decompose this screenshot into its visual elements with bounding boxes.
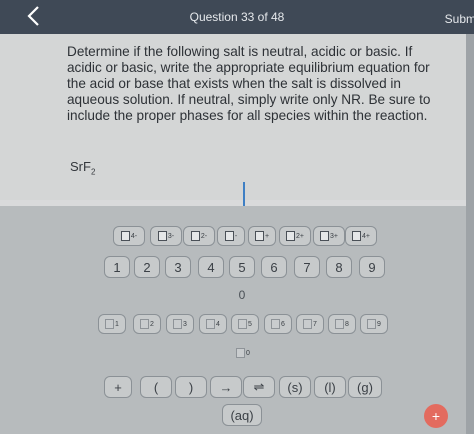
placeholder-box-icon	[286, 231, 295, 241]
open-paren-key[interactable]: (	[140, 376, 172, 398]
charge-key-2-minus[interactable]: 2-	[183, 226, 215, 246]
placeholder-box-icon	[238, 319, 248, 329]
subscript-label: 5	[248, 320, 252, 328]
phase-solid-key[interactable]: (s)	[279, 376, 311, 398]
placeholder-box-icon	[254, 231, 264, 241]
number-key-7[interactable]: 7	[294, 256, 320, 278]
number-key-3[interactable]: 3	[165, 256, 191, 278]
placeholder-box-icon	[173, 319, 183, 329]
placeholder-box-icon	[352, 231, 361, 241]
phase-aqueous-key[interactable]: (aq)	[222, 404, 262, 426]
subscript-label: 1	[115, 320, 119, 328]
subscript-label: 6	[281, 320, 285, 328]
charge-key-4-plus[interactable]: 4+	[345, 226, 377, 246]
number-key-1[interactable]: 1	[104, 256, 130, 278]
placeholder-box-icon	[120, 231, 130, 241]
subscript-label: 0	[246, 349, 250, 357]
charge-key-4-minus[interactable]: 4-	[113, 226, 145, 246]
placeholder-box-icon	[224, 231, 234, 241]
equilibrium-arrow-key[interactable]: ⇌	[243, 376, 275, 398]
charge-key-3-minus[interactable]: 3-	[150, 226, 182, 246]
charge-label: 2+	[296, 232, 304, 240]
subscript-key-2[interactable]: 2	[133, 314, 161, 334]
number-key-2[interactable]: 2	[134, 256, 160, 278]
question-prompt: Determine if the following salt is neutr…	[67, 44, 431, 123]
placeholder-box-icon	[157, 231, 167, 241]
placeholder-box-icon	[335, 319, 345, 329]
placeholder-box-icon	[271, 319, 281, 329]
subscript-label: 2	[150, 320, 154, 328]
subscript-label: 8	[345, 320, 349, 328]
number-key-9[interactable]: 9	[359, 256, 385, 278]
subscript-key-5[interactable]: 5	[231, 314, 259, 334]
charge-label: 3-	[167, 232, 175, 240]
charge-key-plus[interactable]: +	[248, 226, 276, 246]
subscript-key-6[interactable]: 6	[264, 314, 292, 334]
salt-formula-base: SrF	[70, 159, 91, 174]
placeholder-box-icon	[105, 319, 115, 329]
charge-key-minus[interactable]: -	[217, 226, 245, 246]
number-key-5[interactable]: 5	[229, 256, 255, 278]
subscript-key-0[interactable]: 0	[230, 343, 256, 363]
subscript-key-3[interactable]: 3	[166, 314, 194, 334]
subscript-label: 9	[377, 320, 381, 328]
top-bar: Question 33 of 48 Subm	[0, 0, 474, 34]
subscript-key-1[interactable]: 1	[98, 314, 126, 334]
side-panel-edge	[466, 34, 474, 434]
submit-button[interactable]: Subm	[445, 12, 474, 26]
subscript-label: 7	[313, 320, 317, 328]
placeholder-box-icon	[320, 231, 329, 241]
charge-key-3-plus[interactable]: 3+	[313, 226, 345, 246]
close-paren-key[interactable]: )	[175, 376, 207, 398]
placeholder-box-icon	[303, 319, 313, 329]
charge-label: 3+	[330, 232, 338, 240]
plus-key[interactable]: +	[104, 376, 132, 398]
charge-label: 4+	[362, 232, 370, 240]
number-key-8[interactable]: 8	[326, 256, 352, 278]
subscript-label: 4	[216, 320, 220, 328]
subscript-key-4[interactable]: 4	[199, 314, 227, 334]
salt-formula-subscript: 2	[90, 167, 96, 177]
placeholder-box-icon	[140, 319, 150, 329]
salt-formula: SrF2	[70, 159, 95, 177]
phase-liquid-key[interactable]: (l)	[314, 376, 346, 398]
question-counter: Question 33 of 48	[189, 10, 285, 24]
placeholder-box-icon	[367, 319, 377, 329]
charge-label: 4-	[130, 232, 138, 240]
charge-label: -	[234, 232, 238, 240]
add-button[interactable]: +	[424, 404, 448, 428]
number-key-0[interactable]: 0	[231, 286, 253, 304]
question-panel: Determine if the following salt is neutr…	[0, 34, 474, 240]
subscript-key-8[interactable]: 8	[328, 314, 356, 334]
subscript-key-9[interactable]: 9	[360, 314, 388, 334]
subscript-label: 3	[183, 320, 187, 328]
placeholder-box-icon	[206, 319, 216, 329]
number-key-6[interactable]: 6	[261, 256, 287, 278]
number-key-4[interactable]: 4	[198, 256, 224, 278]
charge-label: +	[264, 232, 270, 240]
placeholder-box-icon	[236, 348, 246, 358]
phase-gas-key[interactable]: (g)	[348, 376, 382, 398]
charge-label: 2-	[200, 232, 208, 240]
reaction-arrow-key[interactable]: →	[210, 376, 242, 398]
charge-key-2-plus[interactable]: 2+	[279, 226, 311, 246]
placeholder-box-icon	[190, 231, 200, 241]
subscript-key-7[interactable]: 7	[296, 314, 324, 334]
